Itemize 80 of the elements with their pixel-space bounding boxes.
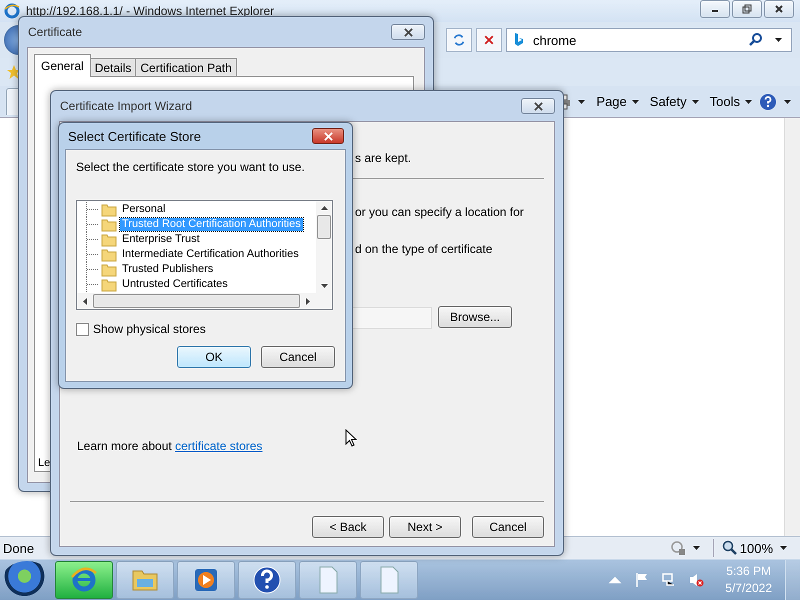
scrollbar-thumb[interactable]: [93, 294, 300, 308]
dialog-button[interactable]: Cancel: [261, 346, 335, 368]
folder-icon: [101, 218, 117, 232]
scroll-left-arrow-icon[interactable]: [83, 298, 87, 304]
refresh-icon: [452, 33, 466, 47]
tree-item[interactable]: Trusted Publishers: [120, 263, 216, 276]
close-icon: [774, 4, 784, 14]
instruction-text: Select the certificate store you want to use.: [76, 160, 306, 174]
dialog-button[interactable]: OK: [177, 346, 251, 368]
close-button[interactable]: [521, 98, 555, 114]
learn-more-text: Learn more about certificate stores: [77, 439, 262, 453]
taskbar-button[interactable]: [55, 561, 113, 599]
browse-button[interactable]: Browse...: [438, 306, 512, 328]
dropdown-caret-icon[interactable]: [780, 546, 787, 550]
dropdown-caret-icon[interactable]: [692, 546, 700, 550]
tree-item[interactable]: Intermediate Certification Authorities: [120, 248, 301, 261]
vertical-scrollbar[interactable]: [316, 201, 332, 293]
dropdown-caret-icon[interactable]: [578, 100, 586, 104]
folder-icon: [101, 232, 117, 246]
partial-text: Le: [38, 457, 50, 469]
stop-icon: [483, 34, 495, 46]
body-text: or you can specify a location for: [355, 205, 524, 219]
restore-icon: [742, 4, 752, 14]
window-title: Certificate: [28, 25, 82, 39]
body-text: d on the type of certificate: [355, 242, 492, 256]
taskbar-button[interactable]: [238, 561, 296, 599]
tree-item[interactable]: Untrusted Certificates: [120, 278, 230, 291]
close-button[interactable]: [764, 0, 794, 18]
dialog-title: Select Certificate Store: [68, 128, 201, 144]
search-icon[interactable]: [748, 32, 764, 48]
browser-logo-icon: [4, 3, 20, 19]
wizard-button[interactable]: Cancel: [472, 516, 544, 538]
tab[interactable]: General: [34, 54, 91, 77]
close-icon: [324, 132, 332, 140]
tree-item[interactable]: Enterprise Trust: [120, 233, 202, 246]
dropdown-caret-icon[interactable]: [784, 100, 791, 104]
refresh-button[interactable]: [446, 28, 472, 52]
zoom-icon[interactable]: [722, 540, 738, 556]
dropdown-caret-icon: [632, 100, 639, 104]
scrollbar-thumb[interactable]: [317, 215, 331, 239]
security-zone-icon: [670, 540, 686, 556]
checkbox[interactable]: [76, 322, 89, 336]
close-button[interactable]: [391, 24, 425, 40]
wizard-button[interactable]: Next >: [389, 516, 461, 538]
command-menu[interactable]: Page: [592, 92, 644, 111]
dropdown-caret-icon: [745, 100, 752, 104]
tab[interactable]: Certification Path: [135, 58, 237, 77]
certificate-stores-link[interactable]: certificate stores: [175, 439, 262, 453]
vertical-scrollbar[interactable]: [784, 118, 800, 536]
folder-icon: [101, 248, 117, 262]
horizontal-scrollbar[interactable]: [77, 293, 332, 309]
scroll-right-arrow-icon[interactable]: [306, 298, 310, 304]
window-title: Certificate Import Wizard: [60, 99, 192, 113]
stop-button[interactable]: [476, 28, 502, 52]
scroll-down-arrow-icon[interactable]: [320, 284, 328, 288]
close-icon: [404, 28, 412, 36]
speaker-muted-icon[interactable]: [688, 572, 704, 588]
dropdown-caret-icon: [692, 100, 699, 104]
mouse-pointer-icon: [345, 429, 357, 447]
minimize-button[interactable]: [700, 0, 730, 18]
tree-item[interactable]: Personal: [120, 203, 168, 216]
search-field[interactable]: chrome: [506, 28, 792, 52]
help-icon: [252, 565, 282, 595]
body-text: s are kept.: [355, 151, 412, 165]
dropdown-caret-icon[interactable]: [775, 38, 782, 42]
checkbox-label[interactable]: Show physical stores: [93, 322, 206, 336]
close-button[interactable]: [312, 128, 344, 144]
status-text: Done: [3, 540, 34, 556]
zoom-level[interactable]: 100%: [740, 540, 773, 556]
help-icon[interactable]: [759, 92, 777, 110]
window-title: http://192.168.1.1/ - Windows Internet Explorer: [26, 4, 274, 18]
command-menu[interactable]: Safety: [646, 92, 704, 111]
taskbar-button[interactable]: [177, 561, 235, 599]
folder-icon: [101, 262, 117, 276]
command-menu[interactable]: Tools: [706, 92, 757, 111]
folder-icon: [101, 202, 117, 216]
restore-button[interactable]: [732, 0, 762, 18]
wizard-button[interactable]: < Back: [312, 516, 384, 538]
close-icon: [534, 102, 542, 110]
scroll-up-arrow-icon[interactable]: [320, 206, 328, 210]
